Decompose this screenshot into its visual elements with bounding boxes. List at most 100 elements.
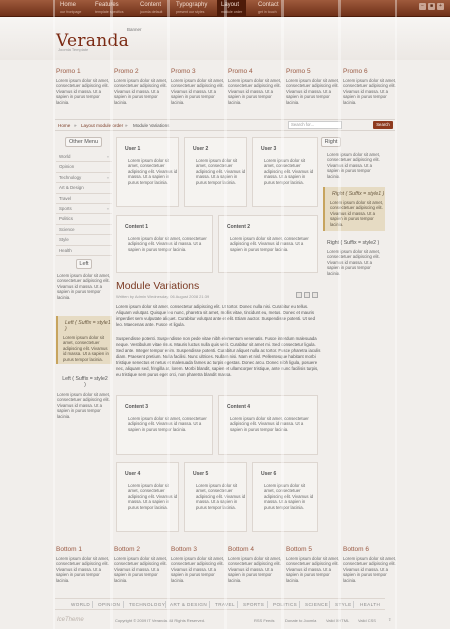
left-style1-box: Left ( Suffix = style1 ) Lorem ipsum dol… (56, 316, 112, 364)
module-title: Content 4 (227, 404, 251, 410)
breadcrumb: Home » Layout module order » Module Vari… (55, 119, 395, 131)
footer-link-science[interactable]: SCIENCE (305, 602, 328, 607)
user5-module: User 5 Lorem ipsum dolor sit amet, consec… (184, 462, 247, 532)
bottom-module: Bottom 6 Lorem ipsum dolor sit amet, cons… (343, 546, 398, 583)
user1-module: User 1 Lorem ipsum dolor sit amet, consec… (116, 137, 179, 207)
bottom-module: Bottom 1 Lorem ipsum dolor sit amet, cons… (56, 546, 111, 583)
breadcrumb-layout[interactable]: Layout module order (81, 123, 123, 128)
left-style2-text: Lorem ipsum dolor sit amet, consectetuer… (57, 392, 111, 419)
module-text: Lorem ipsum dolor sit amet, consectetuer… (230, 416, 309, 432)
bottom-title: Bottom 2 (114, 546, 141, 553)
menu-item-technology[interactable]: Technology» (56, 173, 112, 184)
left-style1-text: Lorem ipsum dolor sit amet, consectetuer… (63, 335, 109, 362)
content3-module: Content 3 Lorem ipsum dolor sit amet, con… (116, 395, 213, 455)
nav-item-typography[interactable]: Typography present our styles (176, 2, 207, 15)
menu-item-science[interactable]: Science (56, 225, 112, 236)
bottom-module: Bottom 5 Lorem ipsum dolor sit amet, cons… (286, 546, 341, 583)
footer-nav: WORLD OPINION TECHNOLOGY ART & DESIGN TR… (55, 598, 385, 610)
chevron-right-icon: » (106, 174, 109, 180)
donate-link[interactable]: Donate to Joomla (285, 618, 316, 623)
module-text: Lorem ipsum dolor sit amet, consectetuer… (196, 483, 246, 510)
menu-item-health[interactable]: Health (56, 246, 112, 256)
bottom-module: Bottom 4 Lorem ipsum dolor sit amet, cons… (228, 546, 283, 583)
right-text: Lorem ipsum dolor sit amet, consectetuer… (327, 152, 381, 179)
footer-divider (329, 601, 330, 608)
footer-link-art-design[interactable]: ART & DESIGN (170, 602, 207, 607)
bottom-title: Bottom 5 (286, 546, 313, 553)
footer-link-technology[interactable]: TECHNOLOGY (129, 602, 165, 607)
menu-item-art-design[interactable]: Art & Design (56, 183, 112, 194)
bottom-title: Bottom 6 (343, 546, 370, 553)
module-text: Lorem ipsum dolor sit amet, consectetuer… (264, 483, 314, 510)
breadcrumb-separator-icon: » (125, 123, 128, 128)
footer-divider (299, 601, 300, 608)
bottom-title: Bottom 1 (56, 546, 83, 553)
module-text: Lorem ipsum dolor sit amet, consectetuer… (128, 483, 178, 510)
footer-divider (92, 601, 93, 608)
promo-module: Promo 6 Lorem ipsum dolor sit amet, conse… (343, 68, 398, 105)
rss-link[interactable]: RSS Feeds (254, 618, 274, 623)
menu-item-travel[interactable]: Travel (56, 194, 112, 204)
menu-item-politics[interactable]: Politics (56, 214, 112, 225)
top-nav-bar: Home our frontpage Features template speci… (0, 0, 450, 17)
footer-link-style[interactable]: STYLE (335, 602, 352, 607)
footer-divider (353, 601, 354, 608)
right-style1-title: Right ( Suffix = style1 ) (332, 191, 385, 197)
font-decrease-icon[interactable]: − (419, 3, 426, 10)
menu-item-world[interactable]: World» (56, 152, 112, 163)
grid-overlay-stripe (53, 0, 55, 629)
menu-item-style[interactable]: Style (56, 235, 112, 246)
menu-item-opinion[interactable]: Opinion (56, 162, 112, 173)
nav-item-contact[interactable]: Contact get in touch (258, 2, 279, 15)
nav-item-layout[interactable]: Layout module order (217, 0, 247, 17)
breadcrumb-home[interactable]: Home (58, 123, 70, 128)
breadcrumb-current: Module Variations (133, 123, 170, 128)
email-icon[interactable] (312, 292, 318, 298)
footer-link-health[interactable]: HEALTH (360, 602, 380, 607)
footer-divider (267, 601, 268, 608)
promo-module: Promo 4 Lorem ipsum dolor sit amet, conse… (228, 68, 283, 105)
promo-module: Promo 1 Lorem ipsum dolor sit amet, conse… (56, 68, 111, 105)
promo-title: Promo 1 (56, 68, 81, 75)
bottom-text: Lorem ipsum dolor sit amet, consectetuer… (171, 556, 225, 583)
print-icon[interactable] (304, 292, 310, 298)
bottom-title: Bottom 4 (228, 546, 255, 553)
module-text: Lorem ipsum dolor sit amet, consectetuer… (128, 158, 178, 185)
footer-link-politics[interactable]: POLITICS (273, 602, 297, 607)
bottom-module: Bottom 3 Lorem ipsum dolor sit amet, cons… (171, 546, 226, 583)
search-input[interactable]: Search for... (288, 121, 342, 129)
search-button[interactable]: Search (373, 121, 393, 129)
left-text: Lorem ipsum dolor sit amet, consectetuer… (57, 273, 111, 300)
footer-link-sports[interactable]: SPORTS (243, 602, 264, 607)
user3-module: User 3 Lorem ipsum dolor sit amet, consec… (252, 137, 318, 207)
footer-divider (209, 601, 210, 608)
banner-label: Banner (127, 27, 142, 32)
font-reset-icon[interactable]: ■ (428, 3, 435, 10)
module-text: Lorem ipsum dolor sit amet, consectetuer… (128, 236, 207, 252)
css-link[interactable]: Valid CSS (358, 618, 376, 623)
promo-title: Promo 6 (343, 68, 368, 75)
back-to-top-icon[interactable]: ⇧ (388, 617, 391, 622)
bottom-module: Bottom 2 Lorem ipsum dolor sit amet, cons… (114, 546, 169, 583)
nav-item-features[interactable]: Features template specifics (95, 2, 124, 15)
pdf-icon[interactable] (296, 292, 302, 298)
footer-link-travel[interactable]: TRAVEL (215, 602, 235, 607)
module-text: Lorem ipsum dolor sit amet, consectetuer… (196, 158, 246, 185)
nav-item-home[interactable]: Home our frontpage (60, 2, 81, 15)
article-paragraph: Lorem ipsum dolor sit amet, consectetur … (116, 304, 315, 327)
bottom-text: Lorem ipsum dolor sit amet, consectetuer… (56, 556, 110, 583)
nav-item-content[interactable]: Content joomla default (140, 2, 162, 15)
xhtml-link[interactable]: Valid XHTML (326, 618, 349, 623)
module-title: User 4 (125, 471, 141, 477)
menu-item-sports[interactable]: Sports» (56, 204, 112, 215)
font-increase-icon[interactable]: + (437, 3, 444, 10)
module-title: Content 1 (125, 224, 149, 230)
user2-module: User 2 Lorem ipsum dolor sit amet, consec… (184, 137, 247, 207)
header: Veranda Joomla Template Banner (0, 17, 450, 60)
bottom-text: Lorem ipsum dolor sit amet, consectetuer… (114, 556, 168, 583)
copyright-text: Copyright © 2009 IT Veranda. All Rights … (115, 618, 206, 623)
module-title: User 3 (261, 146, 277, 152)
module-title: User 6 (261, 471, 277, 477)
footer-link-opinion[interactable]: OPINION (98, 602, 120, 607)
footer-link-world[interactable]: WORLD (71, 602, 90, 607)
